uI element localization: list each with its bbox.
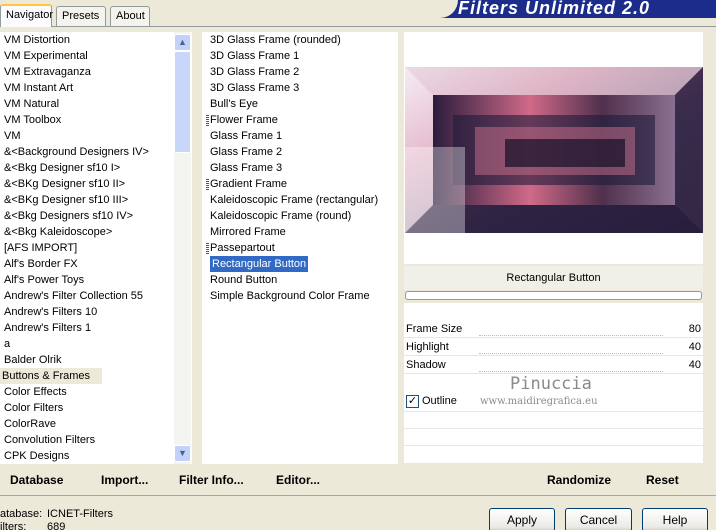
apply-button[interactable]: Apply: [489, 508, 555, 530]
watermark-name: Pinuccia: [510, 374, 592, 394]
database-button[interactable]: Database: [10, 473, 63, 487]
category-item[interactable]: VM Experimental: [4, 48, 88, 64]
outline-row[interactable]: ✓ Outline: [404, 393, 703, 411]
filter-item[interactable]: Glass Frame 3: [210, 160, 282, 176]
filter-item[interactable]: Rectangular Button: [210, 256, 309, 272]
divider: [404, 411, 703, 412]
help-button[interactable]: Help: [642, 508, 708, 530]
folder-icon: [206, 243, 209, 254]
category-item[interactable]: Convolution Filters: [4, 432, 95, 448]
category-list[interactable]: VM Distortion VM Experimental VM Extravaga…: [0, 32, 192, 464]
category-item[interactable]: VM: [4, 128, 21, 144]
outline-label: Outline: [422, 395, 457, 407]
filter-item[interactable]: Kaleidoscopic Frame (round): [210, 208, 351, 224]
app-title: Filters Unlimited 2.0: [458, 0, 651, 18]
filter-item[interactable]: Flower Frame: [210, 112, 278, 128]
tab-label: Navigator: [6, 9, 54, 21]
scroll-down-icon[interactable]: ▼: [174, 445, 191, 462]
filter-item[interactable]: Kaleidoscopic Frame (rectangular): [210, 192, 378, 208]
filter-title-text: Rectangular Button: [506, 272, 601, 284]
progress-bar: [405, 291, 702, 300]
filter-item[interactable]: Simple Background Color Frame: [210, 288, 370, 304]
app-banner: Filters Unlimited 2.0: [398, 0, 716, 18]
folder-icon: [206, 179, 209, 190]
preview-image: [405, 67, 703, 233]
scroll-thumb[interactable]: [174, 51, 191, 153]
tab-label: Presets: [62, 10, 100, 22]
category-item[interactable]: CPK Designs: [4, 448, 69, 464]
status-filters-label: ilters:: [0, 521, 27, 530]
category-item[interactable]: &<Background Designers IV>: [4, 144, 149, 160]
param-value: 40: [688, 341, 701, 353]
param-value: 80: [688, 323, 701, 335]
status-filters-value: 689: [47, 521, 66, 530]
category-scrollbar[interactable]: ▲ ▼: [174, 32, 191, 464]
filter-item[interactable]: Gradient Frame: [210, 176, 287, 192]
cancel-button[interactable]: Cancel: [565, 508, 632, 530]
category-item[interactable]: VM Extravaganza: [4, 64, 91, 80]
category-item[interactable]: &<Bkg Designers sf10 IV>: [4, 208, 133, 224]
filter-title: Rectangular Button: [404, 266, 703, 290]
divider: [404, 428, 703, 429]
param-label: Shadow: [406, 359, 446, 371]
param-slider[interactable]: [479, 353, 663, 354]
filter-item[interactable]: 3D Glass Frame 1: [210, 48, 299, 64]
filter-info-button[interactable]: Filter Info...: [179, 473, 244, 487]
category-item[interactable]: Alf's Border FX: [4, 256, 78, 272]
category-item[interactable]: VM Instant Art: [4, 80, 73, 96]
tab-presets[interactable]: Presets: [56, 6, 106, 26]
category-item[interactable]: [AFS IMPORT]: [4, 240, 77, 256]
category-item[interactable]: Buttons & Frames: [0, 368, 103, 384]
param-label: Highlight: [406, 341, 449, 353]
category-item[interactable]: &<BKg Designer sf10 II>: [4, 176, 125, 192]
preview-panel: [404, 32, 703, 264]
category-item[interactable]: a: [4, 336, 10, 352]
category-item[interactable]: VM Toolbox: [4, 112, 61, 128]
category-item[interactable]: VM Distortion: [4, 32, 70, 48]
status-separator: [0, 495, 716, 496]
param-label: Frame Size: [406, 323, 463, 335]
category-item[interactable]: Andrew's Filter Collection 55: [4, 288, 143, 304]
status-database-value: ICNET-Filters: [47, 508, 113, 520]
category-item[interactable]: ColorRave: [4, 416, 56, 432]
category-item[interactable]: Balder Olrik: [4, 352, 61, 368]
category-item[interactable]: &<Bkg Designer sf10 I>: [4, 160, 120, 176]
category-item[interactable]: &<Bkg Kaleidoscope>: [4, 224, 112, 240]
category-item[interactable]: VM Natural: [4, 96, 59, 112]
category-item[interactable]: &<BKg Designer sf10 III>: [4, 192, 128, 208]
status-database-label: atabase:: [0, 508, 43, 520]
category-item[interactable]: Alf's Power Toys: [4, 272, 84, 288]
param-slider[interactable]: [479, 335, 663, 336]
outline-checkbox[interactable]: ✓: [406, 395, 419, 408]
filter-item[interactable]: Passepartout: [210, 240, 275, 256]
filter-item[interactable]: 3D Glass Frame 2: [210, 64, 299, 80]
category-item[interactable]: Andrew's Filters 1: [4, 320, 91, 336]
param-row[interactable]: Shadow 40: [404, 356, 703, 374]
reset-button[interactable]: Reset: [646, 473, 679, 487]
tab-navigator[interactable]: Navigator: [0, 4, 54, 27]
param-value: 40: [688, 359, 701, 371]
tab-label: About: [116, 10, 145, 22]
filter-item[interactable]: Glass Frame 1: [210, 128, 282, 144]
randomize-button[interactable]: Randomize: [547, 473, 611, 487]
filter-item[interactable]: Round Button: [210, 272, 277, 288]
category-item[interactable]: Andrew's Filters 10: [4, 304, 97, 320]
filter-item[interactable]: Glass Frame 2: [210, 144, 282, 160]
category-item[interactable]: Color Effects: [4, 384, 67, 400]
param-row[interactable]: Highlight 40: [404, 338, 703, 356]
filter-item[interactable]: Mirrored Frame: [210, 224, 286, 240]
filter-list[interactable]: 3D Glass Frame (rounded) 3D Glass Frame 1…: [202, 32, 398, 464]
filter-item[interactable]: 3D Glass Frame (rounded): [210, 32, 341, 48]
param-slider[interactable]: [479, 371, 663, 372]
param-row[interactable]: Frame Size 80: [404, 320, 703, 338]
divider: [404, 445, 703, 446]
folder-icon: [206, 115, 209, 126]
tab-about[interactable]: About: [110, 6, 150, 26]
filter-item[interactable]: Bull's Eye: [210, 96, 258, 112]
category-item[interactable]: Color Filters: [4, 400, 63, 416]
editor-button[interactable]: Editor...: [276, 473, 320, 487]
import-button[interactable]: Import...: [101, 473, 148, 487]
filter-item[interactable]: 3D Glass Frame 3: [210, 80, 299, 96]
scroll-up-icon[interactable]: ▲: [174, 34, 191, 51]
